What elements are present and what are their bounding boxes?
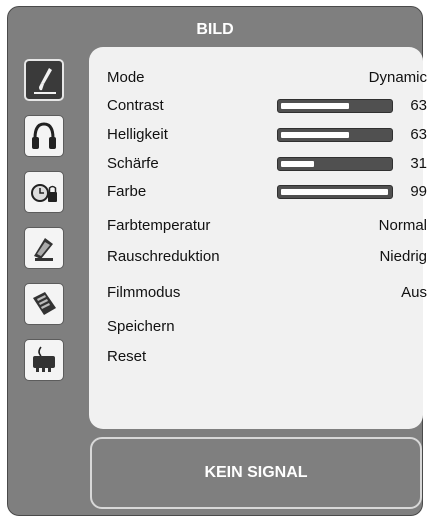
menu-row-schaerfe[interactable]: Schärfe 31 <box>107 155 429 177</box>
menu-row-speichern[interactable]: Speichern <box>107 318 429 340</box>
mode-value: Dynamic <box>368 69 427 86</box>
category-icon-column <box>24 59 68 395</box>
clock-lock-icon[interactable] <box>24 171 64 213</box>
menu-row-farbtemperatur[interactable]: Farbtemperatur Normal <box>107 217 429 239</box>
farbe-value: 99 <box>410 183 427 200</box>
schaerfe-slider[interactable] <box>277 157 393 171</box>
farbe-label: Farbe <box>107 183 147 200</box>
menu-row-contrast[interactable]: Contrast 63 <box>107 97 429 119</box>
menu-row-mode[interactable]: Mode Dynamic <box>107 69 429 91</box>
helligkeit-slider[interactable] <box>277 128 393 142</box>
connector-icon[interactable] <box>24 339 64 381</box>
farbe-slider[interactable] <box>277 185 393 199</box>
menu-title: BILD <box>196 21 234 38</box>
contrast-label: Contrast <box>107 97 164 114</box>
menu-row-reset[interactable]: Reset <box>107 348 429 370</box>
rauschreduktion-label: Rauschreduktion <box>107 248 220 265</box>
signal-status-box: KEIN SIGNAL <box>90 437 422 509</box>
reset-label: Reset <box>107 348 147 365</box>
mode-label: Mode <box>107 69 145 86</box>
rauschreduktion-value: Niedrig <box>379 248 427 265</box>
schaerfe-label: Schärfe <box>107 155 159 172</box>
helligkeit-label: Helligkeit <box>107 126 168 143</box>
satellite-dish-icon[interactable] <box>24 227 64 269</box>
document-icon[interactable] <box>24 283 64 325</box>
picture-brush-icon[interactable] <box>24 59 64 101</box>
contrast-slider[interactable] <box>277 99 393 113</box>
menu-row-farbe[interactable]: Farbe 99 <box>107 183 429 205</box>
schaerfe-value: 31 <box>410 155 427 172</box>
menu-row-filmmodus[interactable]: Filmmodus Aus <box>107 284 429 306</box>
farbtemperatur-label: Farbtemperatur <box>107 217 211 234</box>
menu-row-rauschreduktion[interactable]: Rauschreduktion Niedrig <box>107 248 429 270</box>
farbtemperatur-value: Normal <box>378 217 427 234</box>
filmmodus-label: Filmmodus <box>107 284 181 301</box>
speichern-label: Speichern <box>107 318 175 335</box>
menu-row-helligkeit[interactable]: Helligkeit 63 <box>107 126 429 148</box>
signal-status-text: KEIN SIGNAL <box>204 464 308 481</box>
headphones-icon[interactable] <box>24 115 64 157</box>
helligkeit-value: 63 <box>410 126 427 143</box>
filmmodus-value: Aus <box>401 284 427 301</box>
contrast-value: 63 <box>410 97 427 114</box>
